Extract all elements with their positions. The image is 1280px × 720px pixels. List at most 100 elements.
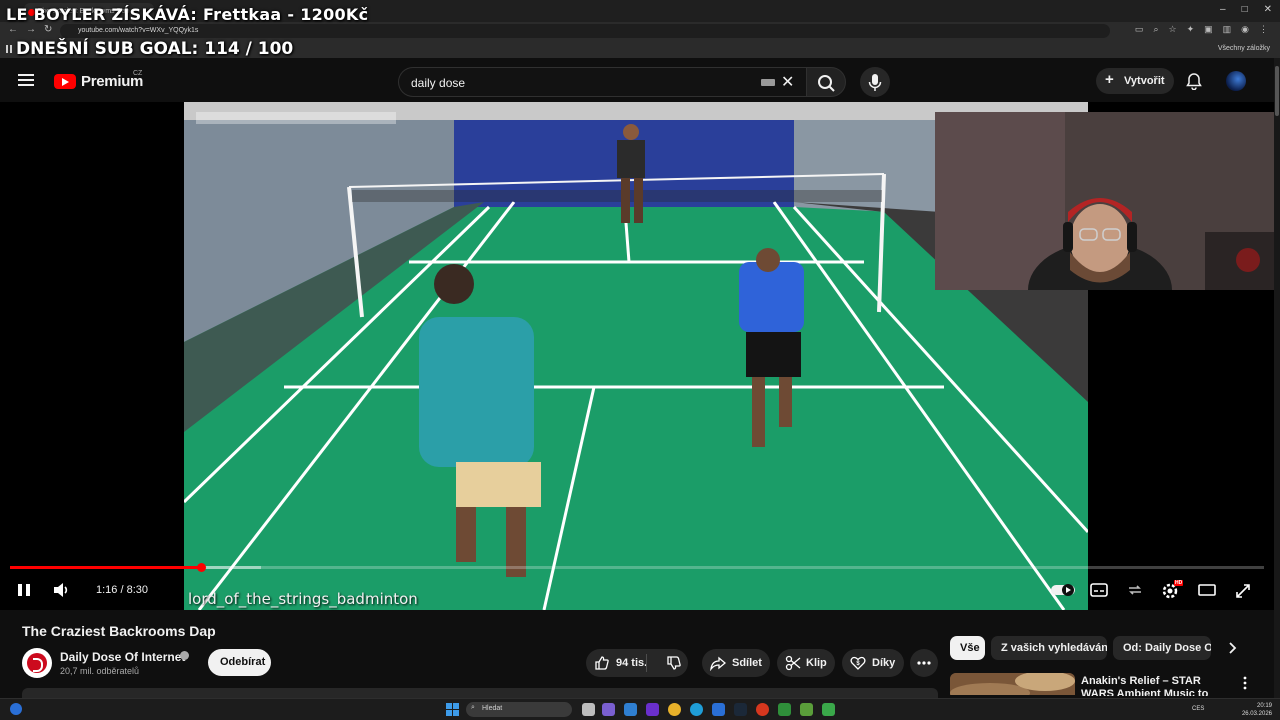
settings-button[interactable]: HD — [1160, 580, 1184, 600]
address-bar[interactable]: youtube.com/watch?v=WXv_YQQyk1s — [60, 24, 1110, 38]
app-icon-2[interactable] — [712, 703, 725, 716]
taskbar-search[interactable]: ⌕ Hledat — [466, 702, 572, 717]
windows-taskbar: ⌕ Hledat CES 20:19 26.03.2026 — [0, 698, 1280, 720]
maximize-icon[interactable]: □ — [1242, 4, 1248, 15]
scrollbar-thumb[interactable] — [1275, 66, 1279, 116]
recommendation-title[interactable]: Anakin's Relief – STAR WARS Ambient Musi… — [1081, 675, 1229, 696]
more-horizontal-icon — [917, 661, 931, 665]
video-player[interactable]: 1:16 / 8:30 lord_of_the_strings_badminto… — [0, 102, 1280, 610]
sidebar-icon[interactable]: ▥ — [1223, 24, 1232, 35]
account-avatar[interactable] — [1226, 71, 1246, 91]
windows-start-icon[interactable] — [446, 703, 459, 716]
share-icon — [710, 656, 726, 671]
puzzle-icon[interactable]: ▣ — [1204, 24, 1213, 35]
seek-handle[interactable] — [196, 563, 206, 572]
clip-label: Klip — [806, 657, 827, 669]
thumbs-up-icon[interactable] — [594, 655, 610, 671]
thumbs-down-icon[interactable] — [666, 655, 682, 671]
thanks-button[interactable]: $ Díky — [842, 649, 904, 677]
browser-toolbar: ← → ↻ youtube.com/watch?v=WXv_YQQyk1s ▭ … — [0, 22, 1280, 40]
thanks-label: Díky — [872, 657, 896, 669]
search-input[interactable]: daily dose ✕ — [398, 67, 806, 97]
search-button[interactable] — [806, 67, 846, 97]
close-window-icon[interactable]: ✕ — [1264, 4, 1272, 15]
volume-icon[interactable] — [52, 580, 70, 600]
subscribe-button[interactable]: Odebírat — [208, 649, 271, 676]
fullscreen-icon[interactable] — [1234, 580, 1252, 600]
task-view-icon[interactable] — [582, 703, 595, 716]
youtube-premium-logo[interactable]: Premium — [54, 73, 143, 90]
chip-from-searches[interactable]: Z vašich vyhledávání — [991, 636, 1107, 660]
time-display: 1:16 / 8:30 — [96, 584, 148, 596]
search-query: daily dose — [411, 76, 466, 90]
like-dislike-group: 94 tis. — [586, 649, 688, 677]
clear-search-icon[interactable]: ✕ — [781, 72, 794, 92]
microphone-icon — [868, 74, 882, 91]
page-scrollbar[interactable] — [1274, 58, 1280, 698]
stream-overlay-donation: LE BOYLER ZÍSKÁVÁ: Frettkaa - 1200Kč — [6, 5, 369, 24]
chrome-icon[interactable] — [668, 703, 681, 716]
keyboard-icon[interactable] — [761, 79, 775, 86]
channel-avatar[interactable] — [22, 648, 52, 678]
like-count[interactable]: 94 tis. — [616, 657, 647, 669]
hamburger-menu-icon[interactable] — [18, 74, 34, 86]
loop-icon[interactable] — [1126, 580, 1144, 600]
recommendation-thumbnail[interactable] — [950, 673, 1075, 695]
minecraft-icon[interactable] — [800, 703, 813, 716]
played-progress — [10, 566, 201, 569]
steam-icon[interactable] — [734, 703, 747, 716]
clock-date: 26.03.2026 — [1241, 711, 1272, 717]
create-button[interactable]: + Vytvořit — [1096, 68, 1174, 94]
all-bookmarks-link[interactable]: Všechny záložky — [1218, 45, 1270, 52]
theater-mode-icon[interactable] — [1198, 580, 1216, 600]
app-icon-3[interactable] — [756, 703, 769, 716]
app-icon-5[interactable] — [822, 703, 835, 716]
zoom-icon[interactable]: ⌕ — [1153, 24, 1158, 35]
clock-time: 20:19 — [1256, 703, 1272, 709]
back-icon[interactable]: ← — [8, 24, 18, 35]
reload-icon[interactable]: ↻ — [44, 24, 52, 35]
browser-extension-icons: ▭ ⌕ ☆ ✦ ▣ ▥ ◉ ⋮ — [1135, 24, 1268, 35]
extension-icon[interactable]: ✦ — [1187, 24, 1195, 35]
pause-icon[interactable] — [16, 580, 32, 600]
thanks-heart-icon: $ — [850, 656, 866, 670]
chip-all[interactable]: Vše — [950, 636, 985, 660]
stream-overlay-sub-goal: DNEŠNÍ SUB GOAL: 114 / 100 — [16, 39, 294, 59]
chip-from-channel[interactable]: Od: Daily Dose Of Internet — [1113, 636, 1211, 660]
hd-badge: HD — [1174, 580, 1184, 586]
profile-icon[interactable]: ◉ — [1241, 24, 1249, 35]
input-language[interactable]: CES — [1192, 706, 1204, 712]
star-icon[interactable]: ☆ — [1168, 24, 1176, 35]
forward-icon[interactable]: → — [26, 24, 36, 35]
file-explorer-icon[interactable] — [624, 703, 637, 716]
clip-button[interactable]: Klip — [777, 649, 835, 677]
create-label: Vytvořit — [1124, 75, 1165, 87]
system-clock[interactable]: 20:19 26.03.2026 — [1242, 702, 1272, 718]
video-title: The Craziest Backrooms Dap — [22, 623, 216, 639]
edge-icon[interactable] — [690, 703, 703, 716]
share-button[interactable]: Sdílet — [702, 649, 770, 677]
window-controls: – □ ✕ — [1220, 4, 1272, 15]
notifications-bell-icon[interactable] — [1186, 72, 1202, 90]
autoplay-toggle-icon[interactable] — [1050, 580, 1076, 600]
search-icon — [818, 75, 835, 92]
notification-app-icon[interactable] — [10, 703, 22, 715]
channel-name[interactable]: Daily Dose Of Internet — [60, 650, 185, 664]
app-icon[interactable] — [646, 703, 659, 716]
like-divider — [646, 654, 647, 672]
browser-menu-icon[interactable]: ⋮ — [1259, 24, 1268, 35]
chevron-right-icon[interactable] — [1226, 640, 1240, 656]
recommendation-more-icon[interactable] — [1243, 676, 1247, 690]
youtube-header: Premium CZ daily dose ✕ + Vytvořit — [0, 58, 1280, 102]
minimize-icon[interactable]: – — [1220, 4, 1226, 15]
more-actions-button[interactable] — [910, 649, 938, 677]
subtitles-icon[interactable] — [1090, 580, 1108, 600]
description-box[interactable] — [22, 688, 938, 698]
share-label: Sdílet — [732, 657, 762, 669]
app-icon-4[interactable] — [778, 703, 791, 716]
install-icon[interactable]: ▭ — [1135, 24, 1144, 35]
thumbnail-image — [950, 673, 1075, 695]
verified-check-icon — [180, 651, 189, 660]
voice-search-button[interactable] — [860, 67, 890, 97]
widgets-icon[interactable] — [602, 703, 615, 716]
